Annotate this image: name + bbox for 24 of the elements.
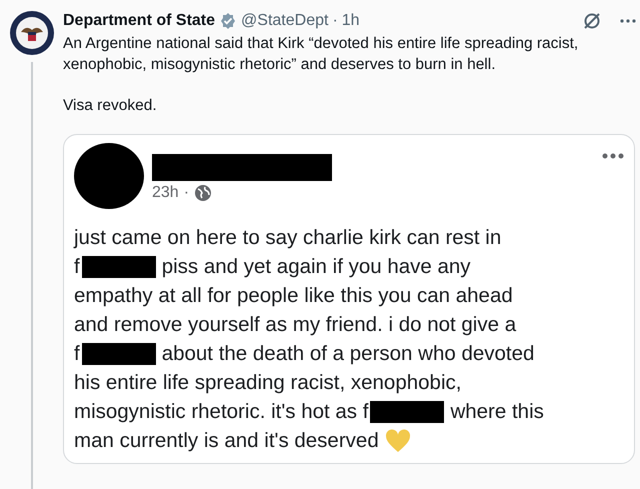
post-text: man currently is and it's deserved xyxy=(74,428,379,452)
post-text: just came on here to say charlie kirk can rest in xyxy=(74,226,502,250)
slashed-circle-icon[interactable] xyxy=(582,11,602,31)
seal-icon xyxy=(8,10,54,56)
post-text: where this xyxy=(450,400,544,424)
post-text: empathy at all for people like this you can ahead xyxy=(74,284,513,308)
post-text: his entire life spreading racist, xenophobic, xyxy=(74,370,462,394)
more-options-icon[interactable] xyxy=(620,19,636,23)
post-time[interactable]: 1h xyxy=(342,12,360,30)
post-text: about the death of a person who devoted xyxy=(162,342,534,366)
separator-dot: · xyxy=(332,12,338,30)
tweet-text: An Argentine national said that Kirk “devoted his entire life spreading racist, xenophobic, misogynistic rhetoric” and deserves to burn in hell. xyxy=(63,34,580,75)
separator-dot: · xyxy=(184,184,190,202)
globe-icon xyxy=(194,184,212,202)
more-options-icon[interactable] xyxy=(602,153,624,159)
post-text: f xyxy=(74,342,80,366)
author-name[interactable]: Department of State xyxy=(63,12,216,30)
handle[interactable]: @StateDept xyxy=(241,12,328,30)
post-text: piss and yet again if you have any xyxy=(162,254,471,278)
post-text: misogynistic rhetoric. it's hot as f xyxy=(74,400,368,424)
tweet-text: Visa revoked. xyxy=(63,96,158,116)
post-time: 23h xyxy=(152,184,179,202)
post-text: and remove yourself as my friend. i do not give a xyxy=(74,312,516,336)
post-text: f xyxy=(74,254,80,278)
